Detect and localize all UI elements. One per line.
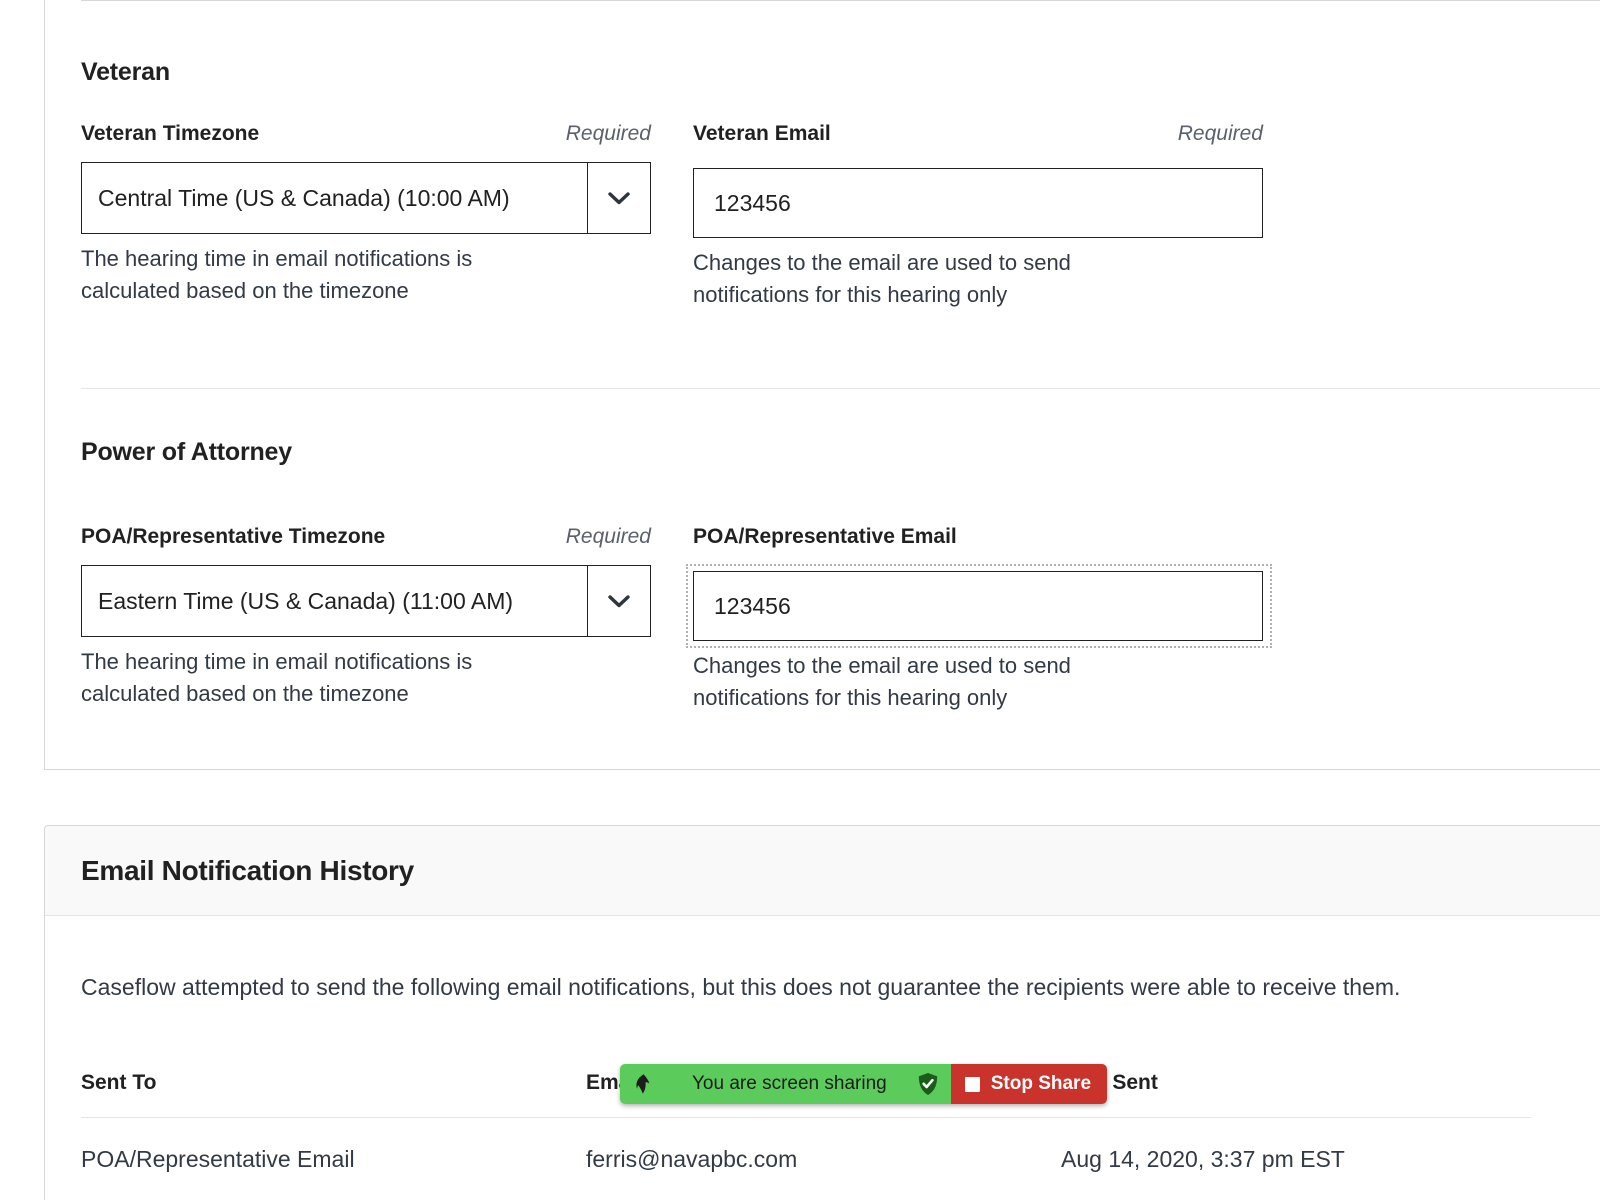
poa-timezone-required-tag: Required [565,525,651,548]
screen-sharing-message: You are screen sharing [692,1073,887,1094]
poa-email-hint: Changes to the email are used to send no… [693,653,1071,710]
cursor-arrow-icon [636,1074,650,1094]
history-intro-text: Caseflow attempted to send the following… [81,974,1401,1000]
poa-timezone-selected-value[interactable]: Eastern Time (US & Canada) (11:00 AM) [81,565,587,637]
screen-sharing-banner: You are screen sharing Stop Share [620,1064,1108,1104]
veteran-timezone-hint: The hearing time in email notifications … [81,246,473,303]
email-notification-history-card: Email Notification History Caseflow atte… [44,825,1600,1200]
veteran-email-header: Veteran Email Required [693,122,1263,146]
veteran-timezone-header: Veteran Timezone Required [81,122,651,146]
poa-email-input-wrap [686,564,1272,648]
poa-timezone-header: POA/Representative Timezone Required [81,525,651,549]
veteran-timezone-selected-value[interactable]: Central Time (US & Canada) (10:00 AM) [81,162,587,234]
screen-sharing-status: You are screen sharing [620,1064,951,1104]
top-divider [81,0,1600,1]
veteran-email-hint: Changes to the email are used to send no… [693,250,1071,307]
veteran-section-title: Veteran [81,58,170,86]
poa-email-field: POA/Representative Email Changes to the … [686,525,1272,714]
poa-email-input[interactable] [693,571,1263,641]
chevron-down-icon [608,191,630,204]
veteran-email-required-tag: Required [1177,122,1263,145]
stop-share-button[interactable]: Stop Share [950,1064,1108,1104]
history-card-body: Caseflow attempted to send the following… [45,916,1600,1173]
veteran-email-field: Veteran Email Required Changes to the em… [693,122,1271,311]
veteran-timezone-required-tag: Required [565,122,651,145]
veteran-email-label: Veteran Email [693,122,831,145]
hearing-details-card: Veteran Veteran Timezone Required Centra… [44,0,1600,770]
poa-section: Power of Attorney [81,438,292,467]
poa-timezone-dropdown-toggle[interactable] [587,565,651,637]
section-divider [81,388,1600,389]
veteran-timezone-field: Veteran Timezone Required Central Time (… [81,122,651,307]
column-header-sent-to: Sent To [81,1071,586,1118]
poa-email-header: POA/Representative Email [693,525,1263,549]
page-root: Veteran Veteran Timezone Required Centra… [0,0,1600,1200]
poa-timezone-label: POA/Representative Timezone [81,525,386,548]
poa-timezone-hint: The hearing time in email notifications … [81,649,473,706]
poa-timezone-field: POA/Representative Timezone Required Eas… [81,525,651,710]
chevron-down-icon [608,594,630,607]
history-card-header: Email Notification History [45,826,1600,916]
stop-square-icon [964,1076,980,1092]
poa-timezone-select[interactable]: Eastern Time (US & Canada) (11:00 AM) [81,565,651,637]
veteran-timezone-label: Veteran Timezone [81,122,260,145]
history-title: Email Notification History [81,854,414,886]
veteran-section: Veteran [81,58,170,87]
poa-email-label: POA/Representative Email [693,525,957,548]
column-header-date-sent: Date Sent [1061,1071,1531,1118]
cell-date-sent: Aug 14, 2020, 3:37 pm EST [1061,1146,1345,1172]
veteran-email-input[interactable] [693,168,1263,238]
cell-email-address: ferris@navapbc.com [586,1146,798,1172]
veteran-timezone-select[interactable]: Central Time (US & Canada) (10:00 AM) [81,162,651,234]
table-row: POA/Representative Email ferris@navapbc.… [81,1118,1531,1174]
poa-section-title: Power of Attorney [81,438,292,466]
veteran-email-input-wrap [687,162,1271,244]
shield-check-icon [918,1073,937,1095]
cell-sent-to: POA/Representative Email [81,1146,355,1172]
veteran-timezone-dropdown-toggle[interactable] [587,162,651,234]
stop-share-label: Stop Share [990,1073,1092,1094]
